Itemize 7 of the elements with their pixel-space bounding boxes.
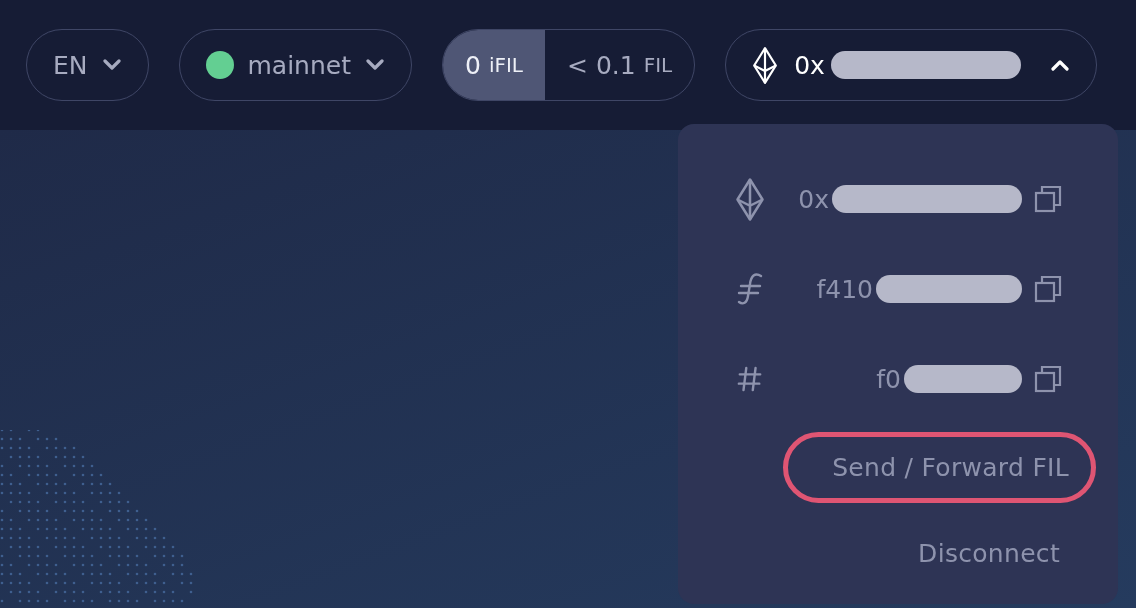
address-text: f410 xyxy=(816,274,873,304)
menu-action[interactable]: Disconnect xyxy=(906,524,1072,582)
balance-option[interactable]: 0 iFIL xyxy=(443,30,545,100)
menu-action[interactable]: Send / Forward FIL xyxy=(783,431,1096,503)
address-text: 0x xyxy=(798,184,829,214)
address-text: f0 xyxy=(876,364,901,394)
balance-option[interactable]: < 0.1 FIL xyxy=(545,30,695,100)
